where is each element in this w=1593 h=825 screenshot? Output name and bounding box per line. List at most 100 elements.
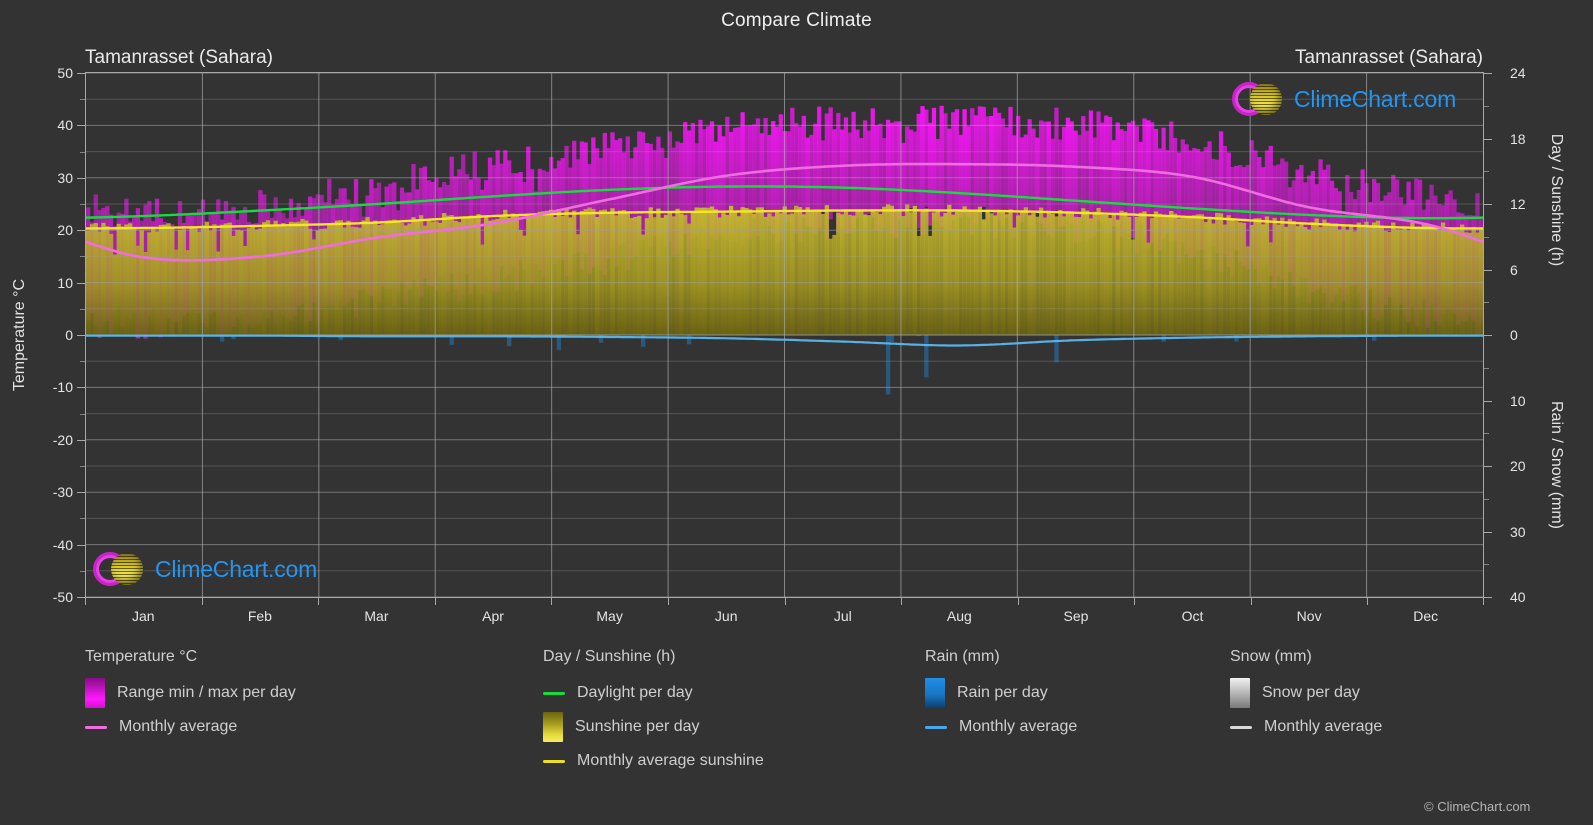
y-axis-right-minor-tick	[1484, 236, 1489, 238]
x-axis-tick-label-jun: Jun	[714, 608, 738, 624]
legend-item[interactable]: Rain per day	[925, 676, 1077, 710]
legend-gradient-swatch	[85, 678, 105, 708]
legend-line-swatch	[543, 691, 565, 695]
x-axis-tick-mark	[1250, 598, 1252, 605]
legend-gradient-swatch	[1230, 678, 1250, 708]
climechart-logo-bottom: ClimeChart.com	[93, 550, 317, 588]
climechart-logo-top: ClimeChart.com	[1232, 80, 1456, 118]
legend-gradient-swatch	[925, 678, 945, 708]
legend-item[interactable]: Range min / max per day	[85, 676, 296, 710]
y-axis-left-tick-mark	[77, 439, 85, 441]
legend-item-label: Snow per day	[1262, 684, 1360, 701]
x-axis-tick-label-feb: Feb	[247, 608, 272, 624]
y-axis-left-tick-label: -10	[52, 379, 73, 396]
y-axis-right-top-tick-label: 18	[1510, 130, 1526, 147]
station-label-left: Tamanrasset (Sahara)	[85, 47, 273, 68]
legend-item-label: Daylight per day	[577, 684, 693, 701]
y-axis-right-bottom-tick-label: 10	[1510, 392, 1526, 409]
y-axis-right-minor-tick	[1484, 367, 1489, 369]
page-title: Compare Climate	[721, 10, 872, 31]
legend-gradient-swatch	[543, 712, 563, 742]
y-axis-right-top-tick-label: 24	[1510, 65, 1526, 81]
y-axis-right-tick-mark	[1484, 531, 1492, 533]
x-axis-tick-label-mar: Mar	[364, 608, 389, 624]
x-axis-tick-mark	[551, 598, 553, 605]
legend-item-label: Monthly average	[119, 718, 238, 735]
y-axis-left-tick-mark	[77, 125, 85, 127]
y-axis-left-tick-label: 20	[57, 222, 73, 239]
y-axis-right-minor-tick	[1484, 302, 1489, 304]
legend-item[interactable]: Sunshine per day	[543, 710, 764, 744]
x-axis-tick-label-may: May	[596, 608, 623, 624]
y-axis-left-tick-label: 50	[57, 65, 73, 81]
x-axis-tick-mark	[434, 598, 436, 605]
legend-item-label: Monthly average sunshine	[577, 752, 764, 769]
y-axis-left-tick-mark	[77, 177, 85, 179]
x-axis-tick-label-nov: Nov	[1296, 608, 1322, 624]
legend-column-day-sunshine-h: Day / Sunshine (h) Daylight per day Sunshi…	[543, 648, 764, 778]
legend-line-swatch	[1230, 725, 1252, 729]
y-axis-right-minor-tick	[1484, 105, 1489, 107]
y-axis-left-tick-mark	[77, 335, 85, 336]
y-axis-left-tick-label: 30	[57, 169, 73, 186]
y-axis-left-tick-mark	[77, 597, 85, 598]
x-axis-tick-label-apr: Apr	[482, 608, 504, 624]
y-axis-right-minor-tick	[1484, 564, 1489, 566]
y-axis-left-tick-label: 40	[57, 117, 73, 134]
x-axis-tick-mark	[1367, 598, 1369, 605]
y-axis-right-minor-tick	[1484, 498, 1489, 500]
legend-item[interactable]: Monthly average	[85, 710, 296, 744]
y-axis-left-tick-label: -30	[52, 484, 73, 501]
climechart-logo-text: ClimeChart.com	[155, 555, 318, 582]
y-axis-left-tick-mark	[77, 387, 85, 389]
legend-line-swatch	[925, 725, 947, 729]
x-axis-tick-mark	[1483, 598, 1484, 605]
x-axis-tick-mark	[1017, 598, 1019, 605]
y-axis-right-bottom-tick-label: 20	[1510, 458, 1526, 474]
y-axis-left-tick-label: -50	[52, 589, 73, 605]
legend-column-temperature-c: Temperature °C Range min / max per day Mon…	[85, 648, 296, 744]
climate-plot-area[interactable]	[85, 72, 1484, 598]
y-axis-right-tick-mark	[1484, 269, 1492, 271]
y-axis-left-tick-mark	[77, 73, 85, 74]
y-axis-right-top-tick-label: 6	[1510, 261, 1518, 278]
chart-legend: © ClimeChart.com Temperature °C Range min…	[0, 648, 1593, 825]
y-axis-right-tick-mark	[1484, 466, 1492, 467]
climechart-logo-mark	[1232, 80, 1286, 118]
y-axis-left-tick-label: -20	[52, 431, 73, 448]
y-axis-left-tick-label: 0	[65, 327, 73, 343]
legend-column-title: Temperature °C	[85, 648, 198, 665]
x-axis-tick-mark	[1134, 598, 1136, 605]
y-axis-right-tick-mark	[1484, 400, 1492, 402]
legend-item[interactable]: Monthly average	[925, 710, 1077, 744]
legend-item-label: Rain per day	[957, 684, 1048, 701]
station-label-right: Tamanrasset (Sahara)	[1295, 47, 1483, 68]
legend-column-snow-mm: Snow (mm) Snow per day Monthly average	[1230, 648, 1382, 744]
legend-item-label: Monthly average	[1264, 718, 1383, 735]
y-axis-right-bottom-tick-label: 40	[1510, 589, 1526, 605]
legend-item[interactable]: Snow per day	[1230, 676, 1382, 710]
y-axis-right-top-tick-label: 0	[1510, 327, 1518, 343]
climechart-logo-text: ClimeChart.com	[1294, 85, 1457, 112]
x-axis-tick-label-oct: Oct	[1181, 608, 1204, 624]
x-axis-tick-label-jan: Jan	[131, 608, 155, 624]
legend-line-swatch	[85, 725, 107, 729]
y-axis-right-tick-mark	[1484, 73, 1492, 74]
y-axis-left-tick-label: -40	[52, 536, 73, 553]
legend-item[interactable]: Monthly average sunshine	[543, 744, 764, 778]
y-axis-right-tick-mark	[1484, 597, 1492, 598]
legend-item[interactable]: Monthly average	[1230, 710, 1382, 744]
x-axis-tick-label-jul: Jul	[833, 608, 852, 624]
plot-canvas	[86, 73, 1483, 597]
legend-item[interactable]: Daylight per day	[543, 676, 764, 710]
y-axis-left-tick-label: 10	[57, 274, 73, 291]
x-axis-tick-mark	[901, 598, 903, 605]
x-axis-tick-mark	[667, 598, 669, 605]
y-axis-left-tick-mark	[77, 492, 85, 494]
y-axis-left-tick-mark	[77, 230, 85, 232]
y-axis-left-tick-mark	[77, 544, 85, 546]
x-axis-ticks: Jan Feb Mar Apr May Jun Jul Aug Sep Oct Nov Dec	[85, 598, 1484, 638]
x-axis-tick-mark	[318, 598, 320, 605]
y-axis-right-tick-mark	[1484, 204, 1492, 205]
rain-per-day-band	[219, 335, 1457, 395]
